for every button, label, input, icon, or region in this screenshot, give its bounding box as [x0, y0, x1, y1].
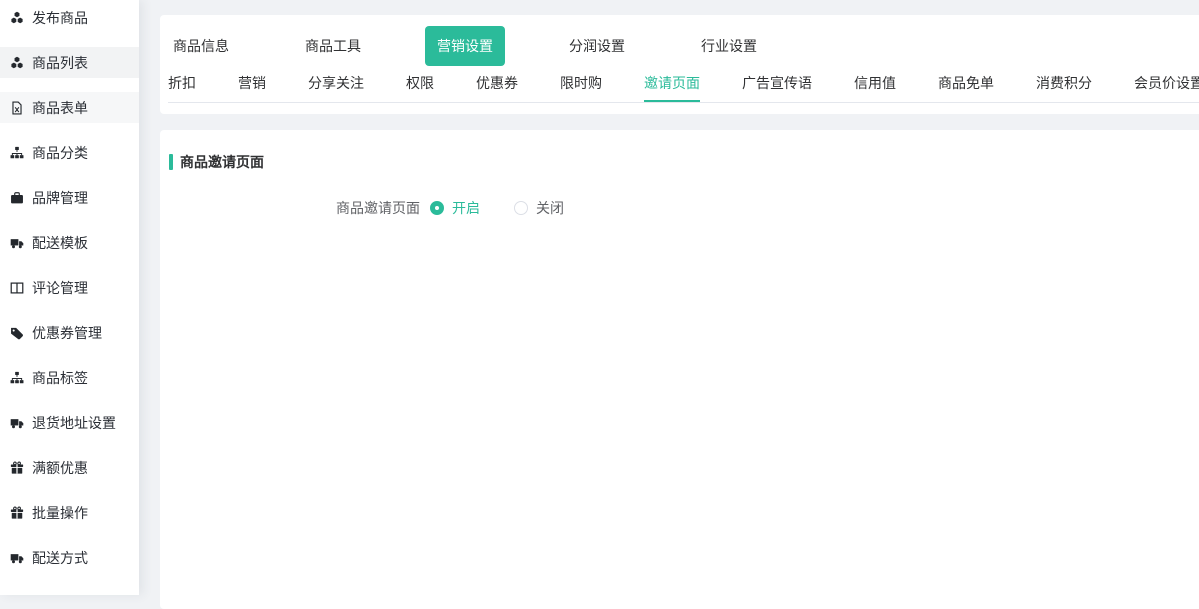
- content-card: 商品邀请页面 商品邀请页面 开启 关闭: [160, 130, 1199, 609]
- sidebar-item-label: 品牌管理: [32, 188, 88, 208]
- invite-page-radio-group: 开启 关闭: [430, 198, 564, 218]
- invite-page-form-label: 商品邀请页面: [169, 198, 420, 218]
- sidebar-item-return-address-settings[interactable]: 退货地址设置: [0, 407, 139, 438]
- gift-icon: [10, 506, 24, 520]
- subtab-marketing[interactable]: 营销: [238, 66, 266, 102]
- subtab-share-follow[interactable]: 分享关注: [308, 66, 364, 102]
- sidebar-item-comment-management[interactable]: 评论管理: [0, 272, 139, 303]
- radio-option-label: 开启: [452, 198, 480, 218]
- sidebar-item-label: 发布商品: [32, 8, 88, 28]
- file-excel-icon: [10, 101, 24, 115]
- section-title: 商品邀请页面: [180, 152, 264, 172]
- tabs-card: 商品信息 商品工具 营销设置 分润设置 行业设置 折扣 营销 分享关注 权限 优…: [160, 15, 1199, 114]
- primary-tab-bar: 商品信息 商品工具 营销设置 分润设置 行业设置: [160, 15, 1199, 66]
- sidebar-item-delivery-template[interactable]: 配送模板: [0, 227, 139, 258]
- sidebar-item-product-tags[interactable]: 商品标签: [0, 362, 139, 393]
- radio-option-label: 关闭: [536, 198, 564, 218]
- gift-icon: [10, 461, 24, 475]
- sidebar-item-label: 配送模板: [32, 233, 88, 253]
- sidebar-item-label: 退货地址设置: [32, 413, 116, 433]
- tab-industry-settings[interactable]: 行业设置: [689, 26, 769, 66]
- sidebar-item-label: 批量操作: [32, 503, 88, 523]
- truck-icon: [10, 551, 24, 565]
- sidebar-item-label: 满额优惠: [32, 458, 88, 478]
- sidebar-item-brand-management[interactable]: 品牌管理: [0, 182, 139, 213]
- sidebar-item-full-amount-discount[interactable]: 满额优惠: [0, 452, 139, 483]
- subtab-ad-slogan[interactable]: 广告宣传语: [742, 66, 812, 102]
- radio-option-off[interactable]: 关闭: [514, 198, 564, 218]
- sitemap-icon: [10, 146, 24, 160]
- subtab-credit-value[interactable]: 信用值: [854, 66, 896, 102]
- columns-icon: [10, 281, 24, 295]
- tab-profit-settings[interactable]: 分润设置: [557, 26, 637, 66]
- tab-marketing-settings[interactable]: 营销设置: [425, 26, 505, 66]
- truck-icon: [10, 416, 24, 430]
- section-header: 商品邀请页面: [169, 152, 1199, 172]
- invite-page-form-row: 商品邀请页面 开启 关闭: [169, 198, 1199, 218]
- sidebar-item-label: 配送方式: [32, 548, 88, 568]
- section-accent-bar: [169, 154, 173, 170]
- cubes-icon: [10, 56, 24, 70]
- radio-option-on[interactable]: 开启: [430, 198, 480, 218]
- subtab-permission[interactable]: 权限: [406, 66, 434, 102]
- radio-unselected-icon: [514, 201, 528, 215]
- sidebar-item-label: 商品列表: [32, 53, 88, 73]
- truck-icon: [10, 236, 24, 250]
- tab-product-tools[interactable]: 商品工具: [293, 26, 373, 66]
- subtab-consume-points[interactable]: 消费积分: [1036, 66, 1092, 102]
- sidebar-item-product-category[interactable]: 商品分类: [0, 137, 139, 168]
- sidebar-item-delivery-method[interactable]: 配送方式: [0, 542, 139, 573]
- subtab-member-price[interactable]: 会员价设置: [1134, 66, 1199, 102]
- sidebar-item-label: 优惠券管理: [32, 323, 102, 343]
- secondary-tab-bar: 折扣 营销 分享关注 权限 优惠券 限时购 邀请页面 广告宣传语 信用值 商品免…: [168, 66, 1199, 103]
- briefcase-icon: [10, 191, 24, 205]
- sidebar-item-product-list[interactable]: 商品列表: [0, 47, 139, 78]
- sitemap-icon: [10, 371, 24, 385]
- subtab-coupon[interactable]: 优惠券: [476, 66, 518, 102]
- tab-product-info[interactable]: 商品信息: [161, 26, 241, 66]
- radio-selected-icon: [430, 201, 444, 215]
- sidebar-item-batch-operation[interactable]: 批量操作: [0, 497, 139, 528]
- subtab-flash-sale[interactable]: 限时购: [560, 66, 602, 102]
- sidebar-item-label: 商品分类: [32, 143, 88, 163]
- cubes-icon: [10, 11, 24, 25]
- tag-icon: [10, 326, 24, 340]
- sidebar-item-coupon-management[interactable]: 优惠券管理: [0, 317, 139, 348]
- subtab-invite-page[interactable]: 邀请页面: [644, 66, 700, 102]
- sidebar-item-publish-product[interactable]: 发布商品: [0, 2, 139, 33]
- sidebar-item-label: 商品表单: [32, 98, 88, 118]
- sidebar: 发布商品 商品列表 商品表单 商品分类 品牌管理 配送模板 评论管理 优惠券管理…: [0, 0, 139, 595]
- main-content: 商品信息 商品工具 营销设置 分润设置 行业设置 折扣 营销 分享关注 权限 优…: [160, 0, 1199, 595]
- sidebar-item-label: 评论管理: [32, 278, 88, 298]
- sidebar-item-product-form[interactable]: 商品表单: [0, 92, 139, 123]
- subtab-product-free[interactable]: 商品免单: [938, 66, 994, 102]
- sidebar-item-label: 商品标签: [32, 368, 88, 388]
- subtab-discount[interactable]: 折扣: [168, 66, 196, 102]
